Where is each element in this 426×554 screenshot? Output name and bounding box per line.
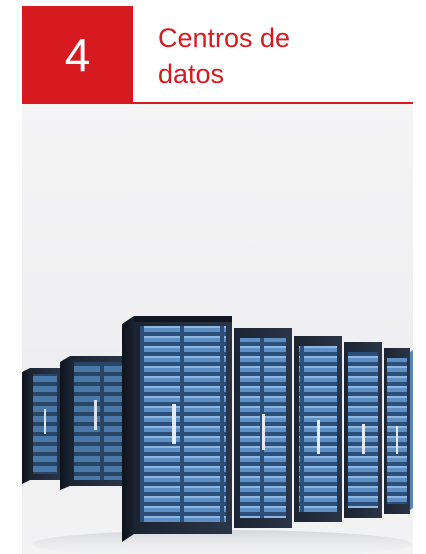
section-number-badge: 4 [22,6,133,104]
section-header: 4 Centros de datos [0,0,426,104]
section-title: Centros de datos [158,20,408,92]
section-number: 4 [64,29,91,81]
section-title-line1: Centros de [158,23,291,53]
server-racks-icon [22,316,413,554]
hero-image [22,104,413,554]
section-title-line2: datos [158,59,225,89]
